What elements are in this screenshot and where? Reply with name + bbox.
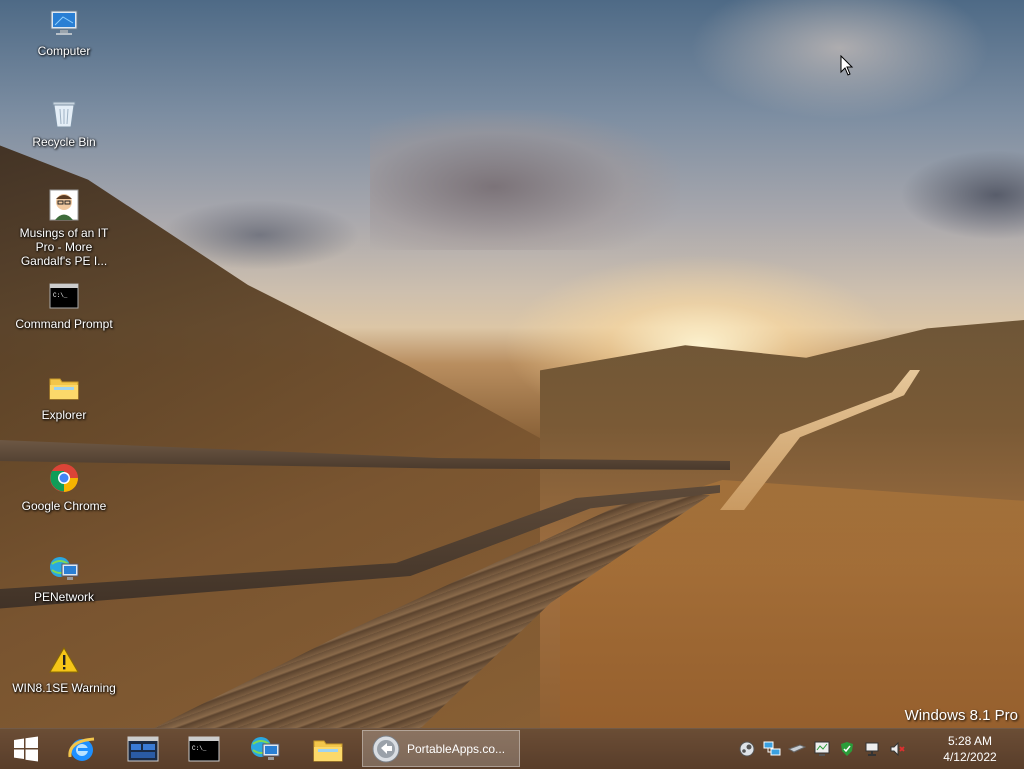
tray-item[interactable] bbox=[838, 740, 856, 758]
taskbar-portableapps-window[interactable]: PortableApps.co... bbox=[362, 730, 520, 767]
file-explorer-icon bbox=[313, 740, 343, 762]
tray-item[interactable] bbox=[888, 740, 906, 758]
windows-start-icon bbox=[14, 736, 38, 762]
icon-label: Computer bbox=[37, 44, 91, 58]
system-tray bbox=[738, 739, 913, 759]
avatar-shortcut-icon bbox=[47, 188, 81, 222]
icon-label: Command Prompt bbox=[15, 317, 113, 331]
folder-icon bbox=[47, 370, 81, 404]
usb-drive-icon bbox=[788, 744, 806, 753]
tray-item[interactable] bbox=[738, 740, 756, 758]
desktop[interactable]: Computer Recycle Bin Musings of an IT Pr… bbox=[0, 0, 1024, 728]
computer-icon bbox=[47, 6, 81, 40]
window-title: PortableApps.co... bbox=[407, 741, 506, 756]
taskbar-command-prompt[interactable]: C:\_ bbox=[178, 731, 230, 767]
svg-text:C:\_: C:\_ bbox=[53, 292, 68, 299]
taskbar: C:\_ PortableApps.co... 5:28 AM 4/12/202… bbox=[0, 728, 1024, 769]
svg-text:C:\_: C:\_ bbox=[192, 745, 207, 752]
icon-label: Recycle Bin bbox=[32, 135, 96, 149]
chrome-icon bbox=[47, 461, 81, 495]
mouse-pointer-icon bbox=[840, 55, 854, 76]
taskbar-internet-explorer[interactable] bbox=[56, 731, 108, 767]
internet-explorer-icon bbox=[68, 737, 95, 761]
taskbar-penetwork[interactable] bbox=[239, 731, 291, 767]
taskbar-file-explorer[interactable] bbox=[302, 731, 354, 767]
cloud bbox=[370, 110, 680, 250]
tray-item[interactable] bbox=[763, 740, 781, 758]
desktop-icon-win81se-warning[interactable]: WIN8.1SE Warning bbox=[9, 643, 119, 695]
taskbar-task-manager[interactable] bbox=[117, 731, 169, 767]
network-icon bbox=[251, 737, 280, 760]
desktop-icon-recycle-bin[interactable]: Recycle Bin bbox=[9, 97, 119, 149]
command-prompt-icon: C:\_ bbox=[188, 736, 220, 762]
taskbar-clock[interactable]: 5:28 AM 4/12/2022 bbox=[930, 733, 1010, 765]
clock-date: 4/12/2022 bbox=[943, 750, 997, 764]
network-icon bbox=[47, 552, 81, 586]
network-drive-icon bbox=[763, 741, 781, 756]
icon-label: WIN8.1SE Warning bbox=[12, 681, 116, 695]
warning-icon bbox=[47, 643, 81, 677]
icon-label: PENetwork bbox=[33, 590, 95, 604]
desktop-icon-google-chrome[interactable]: Google Chrome bbox=[9, 461, 119, 513]
clock-time: 5:28 AM bbox=[947, 734, 993, 748]
tray-item[interactable] bbox=[788, 740, 806, 758]
os-version-watermark: Windows 8.1 Pro bbox=[904, 707, 1018, 724]
tray-item[interactable] bbox=[863, 740, 881, 758]
volume-muted-icon bbox=[890, 741, 905, 757]
desktop-icon-command-prompt[interactable]: C:\_ Command Prompt bbox=[9, 279, 119, 331]
icon-label: Google Chrome bbox=[21, 499, 107, 513]
icon-label: Explorer bbox=[41, 408, 87, 422]
desktop-icon-computer[interactable]: Computer bbox=[9, 6, 119, 58]
security-shield-icon bbox=[841, 742, 853, 756]
steam-like-icon bbox=[739, 741, 755, 757]
icon-label: Musings of an IT Pro - More Gandalf's PE… bbox=[19, 226, 109, 268]
start-button[interactable] bbox=[0, 731, 52, 767]
task-manager-icon bbox=[127, 736, 159, 762]
desktop-icon-musings-shortcut[interactable]: Musings of an IT Pro - More Gandalf's PE… bbox=[9, 188, 119, 268]
command-prompt-icon: C:\_ bbox=[47, 279, 81, 313]
recycle-bin-icon bbox=[47, 97, 81, 131]
tray-item[interactable] bbox=[813, 740, 831, 758]
desktop-icon-penetwork[interactable]: PENetwork bbox=[9, 552, 119, 604]
network-status-icon bbox=[865, 742, 879, 756]
cloud bbox=[900, 150, 1024, 240]
portableapps-icon bbox=[372, 735, 400, 762]
system-monitor-icon bbox=[814, 741, 830, 756]
desktop-icon-explorer[interactable]: Explorer bbox=[9, 370, 119, 422]
